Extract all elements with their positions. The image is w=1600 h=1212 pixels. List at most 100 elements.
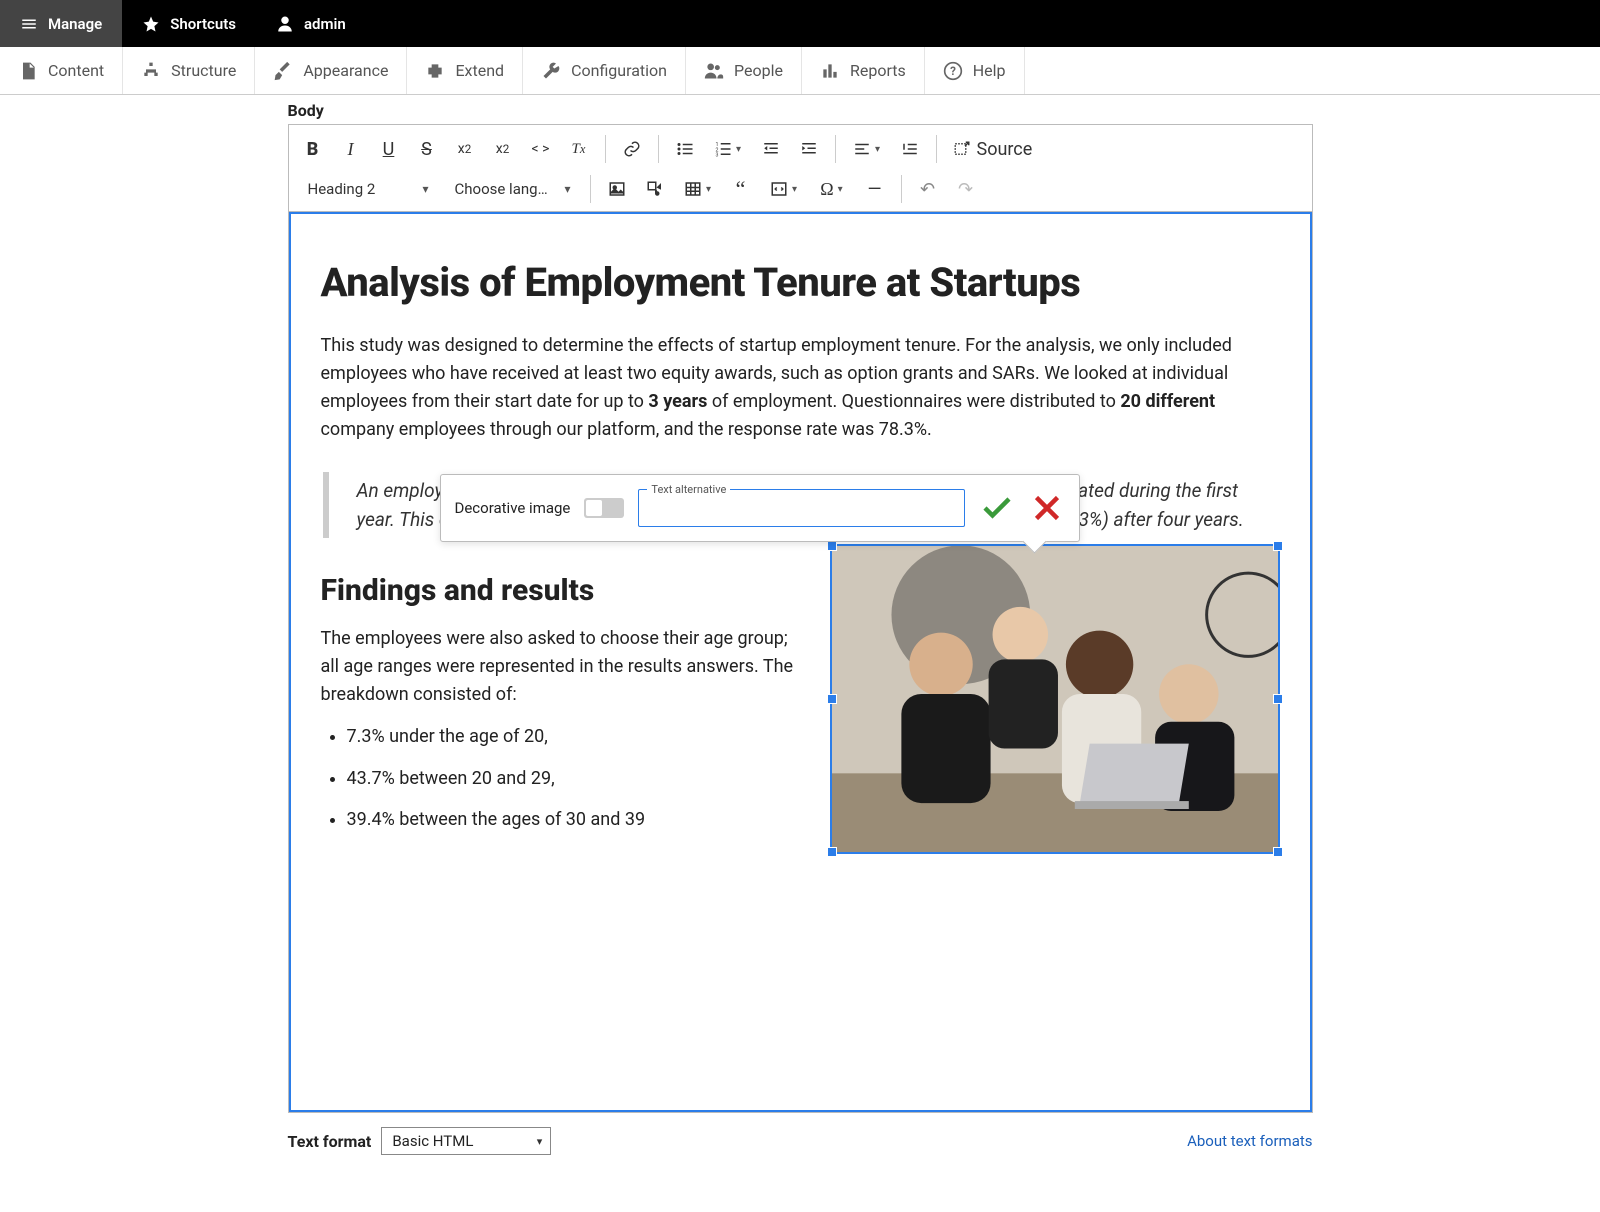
source-icon [953, 140, 971, 158]
menu-content[interactable]: Content [0, 47, 123, 94]
sitemap-icon [141, 61, 161, 81]
menu-appearance[interactable]: Appearance [255, 47, 407, 94]
alt-text-cancel-button[interactable] [1029, 490, 1065, 526]
text-format-label: Text format [288, 1132, 372, 1151]
svg-text:?: ? [950, 64, 956, 78]
align-button[interactable]: ▾ [844, 131, 890, 167]
admin-topbar: Manage Shortcuts admin [0, 0, 1600, 47]
image-placeholder [832, 546, 1278, 852]
doc-paragraph-1[interactable]: This study was designed to determine the… [321, 332, 1280, 444]
resize-handle-bottom-right[interactable] [1273, 847, 1283, 857]
align-icon [853, 140, 871, 158]
resize-handle-mid-left[interactable] [827, 694, 837, 704]
resize-handle-bottom-left[interactable] [827, 847, 837, 857]
chevron-down-icon: ▾ [537, 1135, 543, 1148]
alt-text-accept-button[interactable] [979, 490, 1015, 526]
hr-button[interactable]: — [857, 171, 893, 207]
brush-icon [273, 61, 293, 81]
table-icon [684, 180, 702, 198]
image-alt-balloon: Decorative image Text alternative [440, 474, 1080, 542]
undo-button[interactable]: ↶ [910, 171, 946, 207]
insert-media-button[interactable] [637, 171, 673, 207]
strike-button[interactable]: S [409, 131, 445, 167]
menu-structure[interactable]: Structure [123, 47, 255, 94]
redo-button[interactable]: ↷ [948, 171, 984, 207]
page-content: Body B I U S x2 x2 < > Tx [288, 95, 1313, 1155]
paragraph-indent-button[interactable] [892, 131, 928, 167]
numbered-list-button[interactable]: 123 ▾ [705, 131, 751, 167]
decorative-image-toggle[interactable] [584, 498, 624, 518]
heading-dropdown-label: Heading 2 [308, 180, 376, 198]
editor-toolbar: B I U S x2 x2 < > Tx 123 ▾ [289, 125, 1312, 212]
blockquote-button[interactable]: “ [723, 171, 759, 207]
puzzle-icon [425, 61, 445, 81]
selected-image[interactable]: Decorative image Text alternative [830, 544, 1280, 854]
menu-configuration[interactable]: Configuration [523, 47, 686, 94]
people-icon [704, 61, 724, 81]
check-icon [979, 490, 1015, 526]
number-list-icon: 123 [714, 140, 732, 158]
codeblock-icon [770, 180, 788, 198]
topbar-manage-label: Manage [48, 15, 102, 33]
insert-image-button[interactable] [599, 171, 635, 207]
bold-button[interactable]: B [295, 131, 331, 167]
user-icon [276, 15, 294, 33]
code-button[interactable]: < > [523, 131, 559, 167]
paragraph-icon [901, 140, 919, 158]
source-button[interactable]: Source [945, 131, 1041, 167]
svg-text:3: 3 [715, 153, 718, 159]
resize-handle-top-left[interactable] [827, 541, 837, 551]
insert-table-button[interactable]: ▾ [675, 171, 721, 207]
menu-people[interactable]: People [686, 47, 802, 94]
language-dropdown[interactable]: Choose lang… ▾ [442, 171, 582, 207]
resize-handle-mid-right[interactable] [1273, 694, 1283, 704]
decorative-image-label: Decorative image [455, 497, 571, 520]
source-button-label: Source [977, 139, 1033, 160]
editor-content[interactable]: Analysis of Employment Tenure at Startup… [289, 212, 1312, 1112]
bulleted-list-button[interactable] [667, 131, 703, 167]
menu-extend-label: Extend [455, 61, 504, 80]
topbar-manage[interactable]: Manage [0, 0, 122, 47]
hamburger-icon [20, 15, 38, 33]
menu-help-label: Help [973, 61, 1006, 80]
editor-container: B I U S x2 x2 < > Tx 123 ▾ [288, 124, 1313, 1113]
image-icon [608, 180, 626, 198]
superscript-button[interactable]: x2 [447, 131, 483, 167]
topbar-user-label: admin [304, 15, 346, 33]
topbar-shortcuts[interactable]: Shortcuts [122, 0, 256, 47]
question-icon: ? [943, 61, 963, 81]
body-field-label: Body [288, 101, 1313, 120]
outdent-button[interactable] [753, 131, 789, 167]
doc-title[interactable]: Analysis of Employment Tenure at Startup… [321, 252, 1280, 314]
admin-menubar: Content Structure Appearance Extend Conf… [0, 47, 1600, 95]
codeblock-button[interactable]: ▾ [761, 171, 807, 207]
link-button[interactable] [614, 131, 650, 167]
menu-appearance-label: Appearance [303, 61, 388, 80]
menu-content-label: Content [48, 61, 104, 80]
doc-paragraph-2[interactable]: The employees were also asked to choose … [321, 625, 861, 709]
menu-people-label: People [734, 61, 783, 80]
remove-format-button[interactable]: Tx [561, 131, 597, 167]
bars-icon [820, 61, 840, 81]
text-format-footer: Text format Basic HTML ▾ About text form… [288, 1127, 1313, 1155]
star-icon [142, 15, 160, 33]
about-text-formats-link[interactable]: About text formats [1187, 1132, 1312, 1150]
menu-reports-label: Reports [850, 61, 906, 80]
italic-button[interactable]: I [333, 131, 369, 167]
bullet-list-icon [676, 140, 694, 158]
subscript-button[interactable]: x2 [485, 131, 521, 167]
indent-button[interactable] [791, 131, 827, 167]
text-format-select[interactable]: Basic HTML ▾ [381, 1127, 551, 1155]
topbar-user[interactable]: admin [256, 0, 366, 47]
menu-extend[interactable]: Extend [407, 47, 523, 94]
menu-help[interactable]: ? Help [925, 47, 1025, 94]
indent-icon [800, 140, 818, 158]
underline-button[interactable]: U [371, 131, 407, 167]
special-char-button[interactable]: Ω ▾ [809, 171, 855, 207]
resize-handle-top-right[interactable] [1273, 541, 1283, 551]
heading-dropdown[interactable]: Heading 2 ▾ [295, 171, 440, 207]
menu-reports[interactable]: Reports [802, 47, 925, 94]
link-icon [623, 140, 641, 158]
wrench-icon [541, 61, 561, 81]
text-alternative-field[interactable]: Text alternative [638, 489, 964, 527]
